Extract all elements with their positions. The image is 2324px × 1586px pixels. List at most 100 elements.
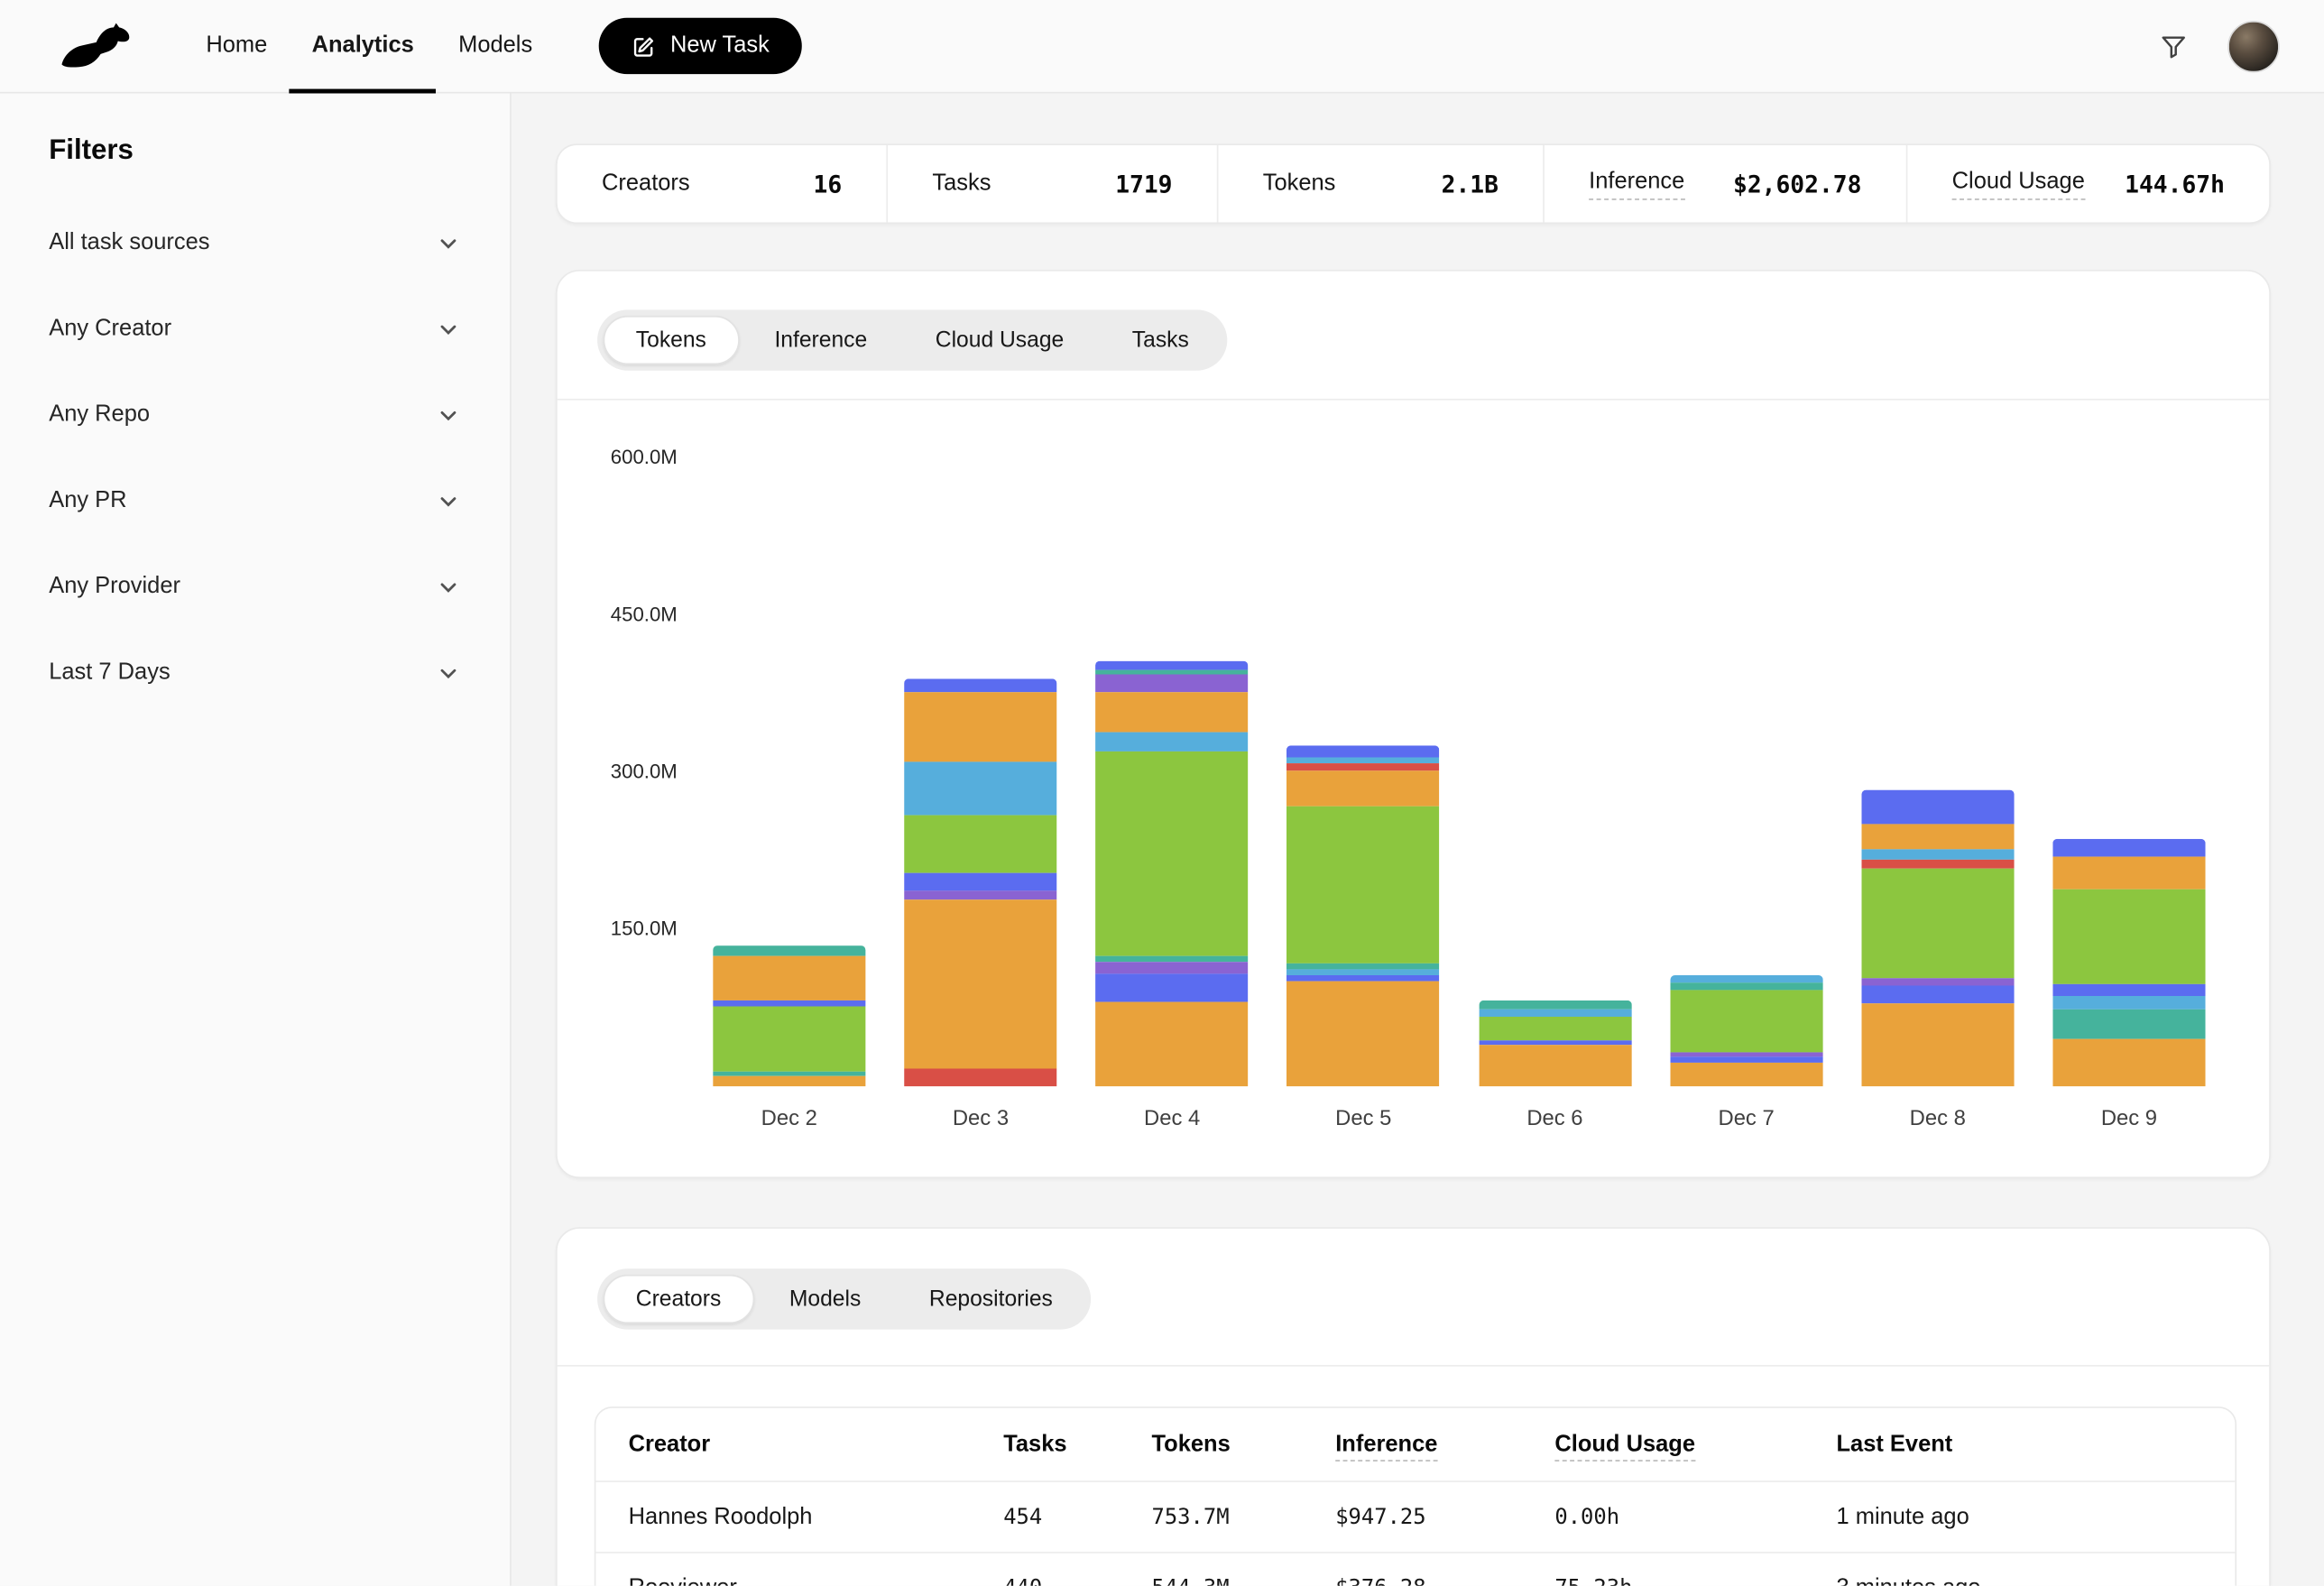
col-header-inference-label[interactable]: Inference: [1335, 1431, 1437, 1461]
bar-dec-5[interactable]: [1287, 746, 1440, 1086]
bar-dec-6[interactable]: [1479, 1000, 1631, 1086]
breakdown-tab-creators[interactable]: Creators: [604, 1275, 754, 1323]
bar-segment-teal[interactable]: [2052, 1010, 2205, 1038]
bar-segment-teal[interactable]: [713, 946, 865, 955]
bar-segment-orange[interactable]: [904, 899, 1056, 1068]
filter-date-range[interactable]: Last 7 Days: [49, 630, 461, 715]
bar-segment-blue[interactable]: [2052, 839, 2205, 857]
bar-segment-sky[interactable]: [1096, 733, 1249, 752]
bar-segment-red[interactable]: [1287, 764, 1440, 770]
bar-dec-2[interactable]: [713, 946, 865, 1087]
bar-segment-green[interactable]: [1096, 752, 1249, 955]
bar-segment-orange[interactable]: [1861, 825, 2014, 850]
filter-provider[interactable]: Any Provider: [49, 544, 461, 630]
user-avatar[interactable]: [2227, 20, 2280, 72]
kangaroo-logo-icon[interactable]: [60, 0, 134, 92]
bar-segment-blue[interactable]: [904, 872, 1056, 890]
bar-segment-green[interactable]: [1287, 806, 1440, 963]
stat-cloud-usage-label[interactable]: Cloud Usage: [1952, 168, 2085, 199]
bar-segment-sky[interactable]: [904, 761, 1056, 815]
bar-segment-sky[interactable]: [2052, 995, 2205, 1010]
bar-segment-green[interactable]: [1670, 990, 1822, 1053]
bar-segment-blue[interactable]: [1287, 975, 1440, 982]
bar-segment-teal[interactable]: [1096, 955, 1249, 962]
nav-item-home[interactable]: Home: [184, 0, 290, 92]
bar-dec-7[interactable]: [1670, 975, 1822, 1086]
bar-segment-green[interactable]: [713, 1006, 865, 1072]
bar-segment-blue[interactable]: [1096, 661, 1249, 669]
chart-tab-tasks[interactable]: Tasks: [1100, 316, 1222, 364]
bar-segment-purple[interactable]: [904, 890, 1056, 899]
filter-task-sources[interactable]: All task sources: [49, 200, 461, 286]
bar-segment-sky[interactable]: [1287, 758, 1440, 764]
breakdown-tab-models[interactable]: Models: [757, 1275, 894, 1323]
col-header-last-event: Last Event: [1837, 1431, 2236, 1458]
bar-segment-blue[interactable]: [1096, 973, 1249, 1002]
bar-segment-orange[interactable]: [1861, 1004, 2014, 1087]
stat-tokens-value: 2.1B: [1442, 170, 1499, 198]
bar-segment-green[interactable]: [2052, 890, 2205, 983]
cell-creator: Rooviewer: [629, 1575, 1004, 1586]
col-header-cloud-usage-label[interactable]: Cloud Usage: [1554, 1431, 1695, 1461]
bar-dec-4[interactable]: [1096, 661, 1249, 1086]
stat-creators-label: Creators: [602, 171, 690, 198]
bar-segment-purple[interactable]: [1861, 978, 2014, 986]
chart-tab-cloud-usage[interactable]: Cloud Usage: [903, 316, 1097, 364]
col-header-inference: Inference: [1335, 1431, 1554, 1458]
new-task-button[interactable]: New Task: [599, 18, 802, 74]
table-row[interactable]: Rooviewer 440 544.3M $376.28 75.23h 3 mi…: [595, 1552, 2235, 1586]
bar-segment-orange[interactable]: [1096, 1002, 1249, 1086]
bar-segment-blue[interactable]: [1861, 986, 2014, 1004]
bar-segment-orange[interactable]: [904, 693, 1056, 762]
bar-dec-8[interactable]: [1861, 790, 2014, 1086]
bar-segment-green[interactable]: [1479, 1018, 1631, 1041]
breakdown-tab-repositories[interactable]: Repositories: [897, 1275, 1085, 1323]
stat-inference-label[interactable]: Inference: [1589, 168, 1684, 199]
bar-segment-green[interactable]: [1861, 869, 2014, 978]
bar-segment-teal[interactable]: [1479, 1000, 1631, 1010]
bar-segment-orange[interactable]: [1287, 982, 1440, 1086]
bar-segment-teal[interactable]: [1287, 963, 1440, 969]
filter-pr[interactable]: Any PR: [49, 458, 461, 544]
bar-segment-red[interactable]: [1861, 859, 2014, 868]
bar-segment-sky[interactable]: [1670, 975, 1822, 982]
bar-segment-orange[interactable]: [713, 1076, 865, 1087]
bar-segment-blue[interactable]: [1670, 1057, 1822, 1064]
bar-segment-teal[interactable]: [1670, 982, 1822, 990]
bar-segment-purple[interactable]: [1096, 675, 1249, 693]
bar-segment-blue[interactable]: [2052, 983, 2205, 995]
bar-segment-red[interactable]: [904, 1069, 1056, 1087]
bar-segment-orange[interactable]: [1287, 770, 1440, 806]
x-axis-label: Dec 9: [2034, 1107, 2225, 1130]
top-navigation-bar: Home Analytics Models New Task: [0, 0, 2324, 94]
bar-dec-9[interactable]: [2052, 839, 2205, 1086]
table-row[interactable]: Hannes Roodolph 454 753.7M $947.25 0.00h…: [595, 1480, 2235, 1552]
funnel-icon[interactable]: [2152, 24, 2195, 68]
bar-segment-blue[interactable]: [904, 679, 1056, 693]
bar-segment-orange[interactable]: [1479, 1046, 1631, 1086]
cell-tasks: 440: [1003, 1576, 1151, 1586]
bar-segment-orange[interactable]: [713, 955, 865, 1000]
chart-tab-inference[interactable]: Inference: [742, 316, 899, 364]
filter-label: Any PR: [49, 488, 126, 515]
bar-segment-orange[interactable]: [1096, 693, 1249, 733]
filter-repo[interactable]: Any Repo: [49, 372, 461, 457]
nav-item-models[interactable]: Models: [436, 0, 554, 92]
chevron-down-icon: [436, 660, 461, 686]
bar-segment-orange[interactable]: [2052, 1039, 2205, 1086]
bar-segment-blue[interactable]: [1287, 746, 1440, 758]
bar-segment-orange[interactable]: [1670, 1064, 1822, 1087]
bar-segment-orange[interactable]: [2052, 857, 2205, 890]
nav-item-analytics[interactable]: Analytics: [290, 0, 437, 92]
bar-segment-sky[interactable]: [1861, 850, 2014, 859]
bar-segment-purple[interactable]: [1096, 962, 1249, 973]
bar-dec-3[interactable]: [904, 679, 1056, 1086]
filter-creator[interactable]: Any Creator: [49, 286, 461, 372]
stat-creators: Creators 16: [558, 145, 887, 222]
bar-segment-sky[interactable]: [1479, 1010, 1631, 1018]
bar-segment-blue[interactable]: [1861, 790, 2014, 825]
bar-segment-green[interactable]: [904, 816, 1056, 873]
chart-tab-tokens[interactable]: Tokens: [604, 316, 739, 364]
tokens-chart-card: Tokens Inference Cloud Usage Tasks 150.0…: [556, 270, 2271, 1178]
bar-segment-sky[interactable]: [1287, 969, 1440, 975]
